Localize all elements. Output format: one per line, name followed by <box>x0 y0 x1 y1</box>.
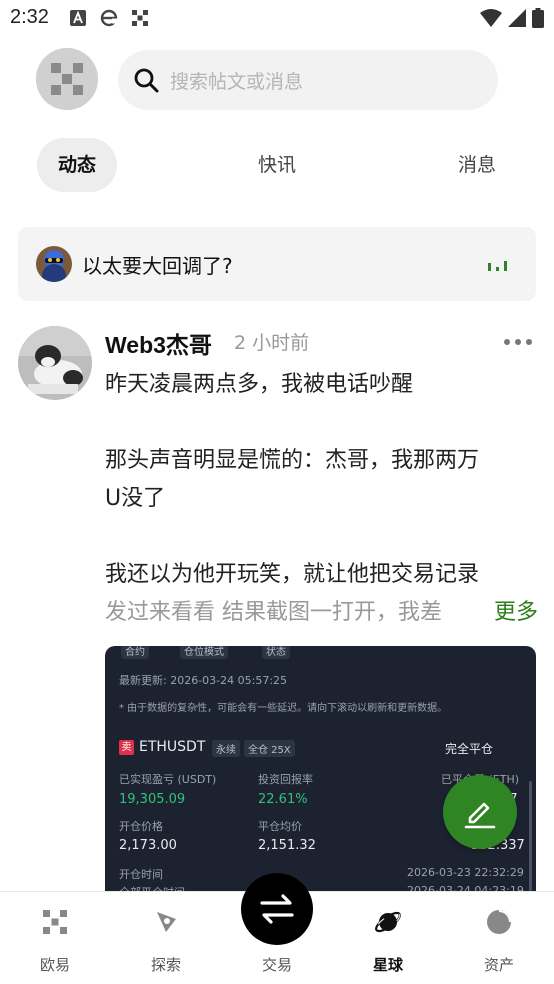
nav-label: 星球 <box>372 956 403 974</box>
post-line: 昨天凌晨两点多，我被电话吵醒 <box>105 372 414 397</box>
expand-more-link[interactable]: 更多 <box>486 594 539 626</box>
image-roi-value: 22.61% <box>258 792 308 807</box>
nav-label: 欧易 <box>39 956 70 974</box>
okx-logo-icon <box>43 910 67 934</box>
post-time: 2 小时前 <box>234 332 310 354</box>
image-pnl-label: 已实现盈亏 (USDT) <box>119 773 217 786</box>
post-line <box>105 518 535 556</box>
nav-label: 资产 <box>483 956 514 974</box>
profile-avatar-button[interactable] <box>36 48 98 110</box>
image-delay-note: * 由于数据的复杂性，可能会有一些延迟。请向下滚动以刷新和更新数据。 <box>119 703 448 714</box>
header: 搜索帖文或消息 <box>0 42 554 118</box>
image-tag-perp: 永续 <box>212 740 240 757</box>
trending-bars-icon <box>488 261 507 271</box>
trade-center-button[interactable] <box>241 873 313 945</box>
nav-item-trade[interactable]: 交易 <box>222 873 332 984</box>
nav-item-planet[interactable]: 星球 <box>333 892 443 984</box>
sell-badge: 卖 <box>119 740 134 755</box>
image-filter-chip: 仓位模式 <box>180 646 228 659</box>
okx-logo-icon <box>36 48 98 110</box>
image-pnl-value: 19,305.09 <box>119 792 186 807</box>
status-system-icons <box>480 8 544 28</box>
status-bar: 2:32 <box>0 0 554 36</box>
tab-feed[interactable]: 动态 <box>37 138 117 192</box>
post-line: 发过来看看 结果截图一打开，我差 <box>105 600 442 625</box>
battery-icon <box>532 8 544 28</box>
topic-card[interactable]: 以太要大回调了? <box>18 227 536 301</box>
compose-post-button[interactable] <box>443 775 517 849</box>
image-close-all: 完全平仓 <box>445 742 494 756</box>
image-updated-time: 最新更新: 2026-03-24 05:57:25 <box>119 674 288 687</box>
swap-arrows-icon <box>260 894 294 924</box>
tab-messages[interactable]: 消息 <box>437 138 517 192</box>
planet-icon <box>375 911 401 933</box>
image-scrollbar <box>529 781 532 891</box>
image-symbol: ETHUSDT <box>139 739 206 755</box>
okx-small-icon <box>132 10 148 26</box>
image-close-avg-label: 平仓均价 <box>258 820 302 833</box>
tab-news-flash[interactable]: 快讯 <box>237 138 317 192</box>
compass-icon <box>157 912 176 932</box>
image-open-price-value: 2,173.00 <box>119 838 177 853</box>
nav-item-okx[interactable]: 欧易 <box>0 892 110 984</box>
bottom-nav: 欧易 探索 交易 星球 资产 <box>0 873 554 984</box>
pencil-icon <box>464 802 496 829</box>
topic-avatar <box>36 246 72 282</box>
nav-item-explore[interactable]: 探索 <box>111 892 221 984</box>
search-icon <box>134 68 159 93</box>
post-line: 那头声音明显是慌的：杰哥，我那两万 <box>105 448 480 473</box>
tab-bar: 动态 快讯 消息 <box>0 138 554 194</box>
post-body: 昨天凌晨两点多，我被电话吵醒 那头声音明显是慌的：杰哥，我那两万 U没了 我还以… <box>105 366 535 632</box>
signal-icon <box>508 9 526 27</box>
browser-e-icon <box>100 9 118 27</box>
search-input[interactable]: 搜索帖文或消息 <box>118 50 498 110</box>
more-options-icon[interactable] <box>503 338 533 346</box>
image-close-avg-value: 2,151.32 <box>258 838 316 853</box>
image-filter-chip: 状态 <box>262 646 290 659</box>
post-author[interactable]: Web3杰哥 <box>105 326 212 360</box>
nav-item-assets[interactable]: 资产 <box>444 892 554 984</box>
post-line: 我还以为他开玩笑，就让他把交易记录 <box>105 562 480 587</box>
font-app-icon <box>70 10 86 26</box>
author-avatar[interactable] <box>18 326 92 400</box>
status-time: 2:32 <box>10 6 49 28</box>
image-open-price-label: 开仓价格 <box>119 820 163 833</box>
post-line <box>105 404 535 442</box>
image-open-time-label: 开仓时间 <box>119 868 163 881</box>
post-attached-image[interactable]: 合约 仓位模式 状态 最新更新: 2026-03-24 05:57:25 * 由… <box>105 646 536 892</box>
topic-text: 以太要大回调了? <box>82 254 233 278</box>
image-roi-label: 投资回报率 <box>258 773 313 786</box>
search-placeholder: 搜索帖文或消息 <box>170 71 304 93</box>
wifi-icon <box>480 9 502 27</box>
nav-label: 探索 <box>150 956 181 974</box>
nav-label: 交易 <box>261 956 292 974</box>
pie-chart-icon <box>487 910 511 934</box>
post-line: U没了 <box>105 486 166 511</box>
status-notification-icons <box>70 9 148 27</box>
image-tag-margin: 全仓 25X <box>244 740 295 757</box>
image-filter-chip: 合约 <box>121 646 149 659</box>
image-open-time-value: 2026-03-23 22:32:29 <box>407 866 524 879</box>
